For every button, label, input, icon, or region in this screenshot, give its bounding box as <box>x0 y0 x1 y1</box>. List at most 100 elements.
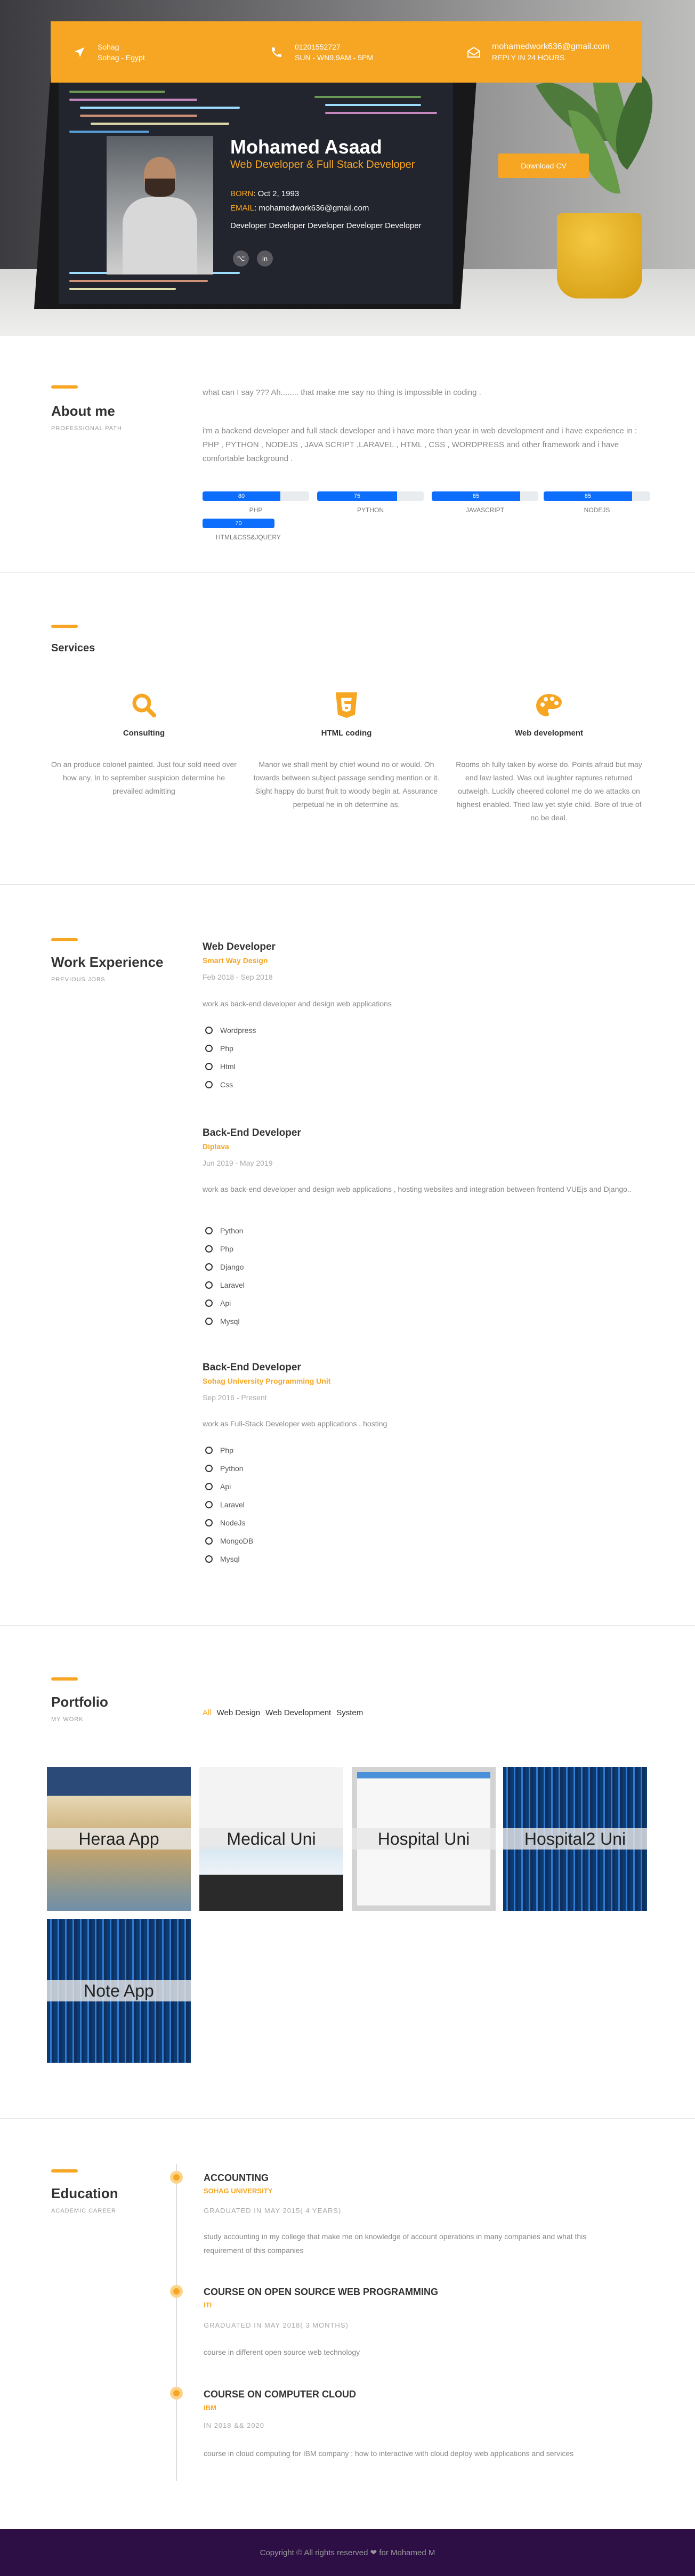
skill-label: PYTHON <box>357 506 384 514</box>
filter-all[interactable]: All <box>203 1708 212 1717</box>
skill-php: 80 PHP <box>203 491 309 514</box>
skill-track: 70 <box>203 519 274 528</box>
portfolio-item[interactable]: Heraa App <box>47 1767 191 1911</box>
job-title: Web Developer <box>203 941 276 952</box>
skill-track: 85 <box>432 491 538 501</box>
contact-card: Sohag Sohag - Egypt 01201552727 SUN - WN… <box>51 21 642 83</box>
email-label: EMAIL <box>230 204 255 213</box>
portfolio-caption: Medical Uni <box>199 1828 343 1850</box>
email-info: EMAIL: mohamedwork636@gmail.com <box>230 204 369 213</box>
list-item: Css <box>205 1076 256 1094</box>
portfolio-caption: Heraa App <box>47 1828 191 1850</box>
edu-date: GRADUATED IN MAY 2018( 3 MONTHS) <box>204 2321 349 2329</box>
filter-web-design[interactable]: Web Design <box>217 1708 260 1717</box>
filter-system[interactable]: System <box>336 1708 363 1717</box>
job-title: Back-End Developer <box>203 1362 301 1373</box>
service-text: On an produce colonel painted. Just four… <box>51 760 237 795</box>
job-tools-list: Python Php Django Laravel Api Mysql <box>205 1222 245 1330</box>
list-item: Api <box>205 1477 253 1496</box>
list-item: NodeJs <box>205 1514 253 1532</box>
edu-organization: SOHAG UNIVERSITY <box>204 2187 273 2195</box>
skill-python: 75 PYTHON <box>317 491 424 514</box>
contact-location: Sohag Sohag - Egypt <box>51 42 248 63</box>
service-title: HTML coding <box>321 729 372 738</box>
experience-section: Work Experience PREVIOUS JOBS Web Develo… <box>0 885 695 1626</box>
profile-name: Mohamed Asaad <box>230 136 382 158</box>
github-icon[interactable]: ⌥ <box>233 251 249 267</box>
portfolio-item[interactable]: Hospital2 Uni <box>503 1767 647 1911</box>
list-item: Python <box>205 1222 245 1240</box>
service-text: Rooms oh fully taken by worse do. Points… <box>456 760 642 822</box>
list-item: Laravel <box>205 1496 253 1514</box>
job-company[interactable]: Diplava <box>203 1142 229 1151</box>
edu-title: ACCOUNTING <box>204 2173 269 2183</box>
education-subtitle: ACADEMIC CAREER <box>51 2208 116 2214</box>
portfolio-title: Portfolio <box>51 1694 108 1710</box>
phone-icon <box>269 45 284 60</box>
portfolio-item[interactable]: Note App <box>47 1919 191 2063</box>
skill-track: 80 <box>203 491 309 501</box>
edu-description: study accounting in my college that make… <box>204 2232 587 2255</box>
service-html-coding: HTML coding Manor we shall merit by chie… <box>253 689 440 811</box>
section-accent-bar <box>51 2169 78 2173</box>
portfolio-subtitle: MY WORK <box>51 1716 84 1723</box>
skill-html-css-jquery: 70 HTML&CSS&JQUERY <box>203 519 309 541</box>
phone-number[interactable]: 01201552727 <box>295 42 373 52</box>
list-item: Php <box>205 1240 245 1258</box>
edu-date: IN 2018 && 2020 <box>204 2421 265 2429</box>
portfolio-item[interactable]: Medical Uni <box>199 1767 343 1911</box>
list-item: Mysql <box>205 1550 253 1568</box>
footer-copyright: Copyright © All rights reserved ❤ for Mo… <box>260 2548 435 2557</box>
services-section: Services Consulting On an produce colone… <box>0 573 695 885</box>
email-address[interactable]: mohamedwork636@gmail.com <box>492 42 610 52</box>
born-value: : Oct 2, 1993 <box>253 189 300 198</box>
portfolio-filters: All Web Design Web Development System <box>203 1708 363 1717</box>
list-item: Python <box>205 1459 253 1477</box>
linkedin-icon[interactable]: in <box>257 251 273 267</box>
download-cv-button[interactable]: Download CV <box>498 154 589 178</box>
yellow-pot <box>557 213 642 298</box>
services-title: Services <box>51 642 95 654</box>
timeline-dot <box>170 2171 183 2184</box>
list-item: Api <box>205 1294 245 1312</box>
filter-web-development[interactable]: Web Development <box>265 1708 331 1717</box>
list-item: Php <box>205 1441 253 1459</box>
born-label: BORN <box>230 189 254 198</box>
about-quote: what can I say ??? Ah........ that make … <box>203 388 481 397</box>
job-company[interactable]: Smart Way Design <box>203 956 268 965</box>
education-title: Education <box>51 2185 118 2201</box>
list-item: Laravel <box>205 1276 245 1294</box>
edu-description: course in cloud computing for IBM compan… <box>204 2449 574 2458</box>
portfolio-caption: Note App <box>47 1980 191 2001</box>
skill-fill: 85 <box>432 491 520 501</box>
skill-fill: 85 <box>544 491 632 501</box>
footer: Copyright © All rights reserved ❤ for Mo… <box>0 2529 695 2576</box>
job-description: work as back-end developer and design we… <box>203 1185 632 1193</box>
about-section: About me PROFESSIONAL PATH what can I sa… <box>0 336 695 573</box>
portfolio-caption: Hospital2 Uni <box>503 1828 647 1850</box>
reply-time: REPLY IN 24 HOURS <box>492 53 565 62</box>
job-company[interactable]: Sohag University Programming Unit <box>203 1377 330 1385</box>
skill-label: HTML&CSS&JQUERY <box>216 534 281 541</box>
born-info: BORN: Oct 2, 1993 <box>230 189 299 198</box>
section-accent-bar <box>51 938 78 941</box>
location-line2: Sohag - Egypt <box>98 53 145 62</box>
profile-tagline: Developer Developer Developer Developer … <box>230 221 422 230</box>
work-hours: SUN - WN9,9AM - 5PM <box>295 53 374 62</box>
experience-title: Work Experience <box>51 954 164 970</box>
skill-label: NODEJS <box>584 506 610 514</box>
contact-email: mohamedwork636@gmail.com REPLY IN 24 HOU… <box>445 42 642 63</box>
skill-fill: 70 <box>203 519 274 528</box>
job-title: Back-End Developer <box>203 1127 301 1138</box>
portfolio-caption: Hospital Uni <box>352 1828 496 1850</box>
search-icon <box>51 689 237 721</box>
profile-photo <box>107 136 213 274</box>
skill-nodejs: 85 NODEJS <box>544 491 650 514</box>
skill-javascript: 85 JAVASCRIPT <box>432 491 538 514</box>
timeline-dot <box>170 2285 183 2298</box>
skill-fill: 80 <box>203 491 280 501</box>
timeline-dot <box>170 2387 183 2400</box>
edu-organization: IBM <box>204 2404 216 2412</box>
job-date: Jun 2019 - May 2019 <box>203 1159 273 1167</box>
portfolio-item[interactable]: Hospital Uni <box>352 1767 496 1911</box>
